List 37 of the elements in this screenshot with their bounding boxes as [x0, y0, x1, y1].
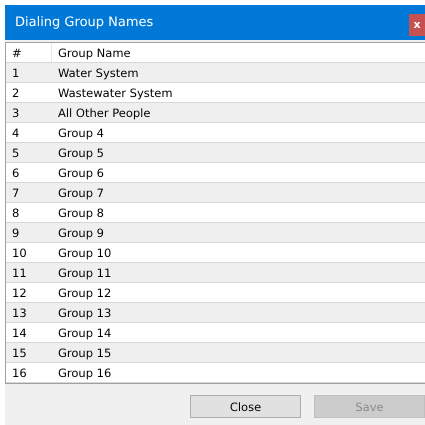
table-cell-text: Group 9: [57, 226, 104, 240]
table-cell-text: Water System: [57, 66, 139, 80]
table-cell-text: 12: [11, 284, 28, 302]
table-cell-text: Group 12: [57, 286, 112, 300]
table-cell-text: Group 7: [57, 186, 104, 200]
table-cell-text: Group 13: [57, 306, 112, 320]
table-cell-text: Group 5: [57, 146, 104, 160]
table-cell-text: Group 6: [57, 166, 104, 180]
table-cell-text: Group 14: [57, 326, 112, 340]
window-title: Dialing Group Names: [14, 15, 154, 30]
table-cell-text: 15: [11, 344, 28, 362]
table-cell-text: Wastewater System: [57, 86, 173, 100]
column-header[interactable]: #: [6, 43, 52, 62]
table-cell-text: 5: [11, 144, 20, 162]
table-cell-text: 2: [11, 84, 20, 102]
table-cell-text: 14: [11, 324, 28, 342]
table-cell-text: 3: [11, 104, 20, 122]
dialog-button[interactable]: Close: [190, 395, 301, 418]
table-cell-text: 16: [11, 364, 28, 382]
table-cell-text: All Other People: [57, 106, 150, 120]
window-close-button[interactable]: x: [409, 14, 425, 36]
table-cell-text: 6: [11, 164, 20, 182]
table-cell-text: Group 11: [57, 266, 112, 280]
column-header[interactable]: Group Name: [52, 46, 131, 60]
table-cell-text: 1: [11, 64, 20, 82]
table-cell-text: 8: [11, 204, 20, 222]
table-cell-text: Group 15: [57, 346, 112, 360]
table-cell-text: 9: [11, 224, 20, 242]
table-cell-text: Group 8: [57, 206, 104, 220]
table-cell-text: 10: [11, 244, 28, 262]
table-cell-text: Group 10: [57, 246, 112, 260]
table-cell-text: 4: [11, 124, 20, 142]
table-cell-text: 11: [11, 264, 28, 282]
table-cell-text: Group 16: [57, 366, 112, 380]
table-cell-text: Group 4: [57, 126, 104, 140]
table-cell-text: 13: [11, 304, 28, 322]
table-cell-text: 7: [11, 184, 20, 202]
